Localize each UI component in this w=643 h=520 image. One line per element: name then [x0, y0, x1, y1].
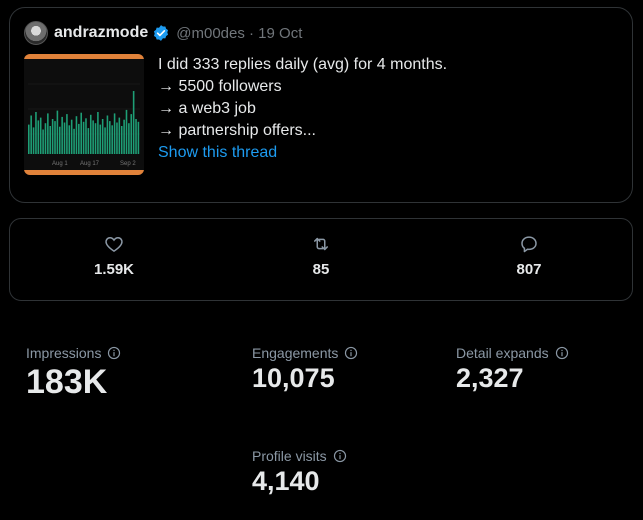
detail-expands-value: 2,327 — [456, 363, 524, 393]
thumbnail-bar — [128, 123, 130, 154]
detail-expands-label-row: Detail expands — [456, 345, 569, 361]
retweets-count: 85 — [312, 261, 330, 278]
thumbnail-top-bar — [24, 54, 144, 59]
tweet-text-line: → 5500 followers — [158, 78, 282, 95]
thumbnail-bar — [80, 112, 83, 154]
profile-visits-value: 4,140 — [252, 466, 320, 496]
thumbnail-bar — [51, 119, 54, 154]
engagements-label: Engagements — [252, 345, 339, 361]
tweet-text-line: → partnership offers... — [158, 122, 316, 139]
thumbnail-bar — [82, 121, 85, 154]
info-icon[interactable] — [344, 346, 358, 360]
engagements-metric: Engagements 10,075 — [252, 345, 358, 394]
likes-count: 1.59K — [93, 261, 135, 278]
info-icon[interactable] — [333, 449, 347, 463]
tweet-text-line: I did 333 replies daily (avg) for 4 mont… — [158, 56, 448, 73]
engagement-stats-card: 1.59K 85 807 — [9, 218, 633, 301]
likes-stat[interactable]: 1.59K — [69, 233, 159, 278]
thumbnail-bar — [130, 114, 133, 154]
engagements-label-row: Engagements — [252, 345, 358, 361]
thumbnail-bar — [94, 123, 97, 154]
thumbnail-bar — [85, 118, 87, 154]
thumbnail-bar — [111, 125, 113, 154]
thumbnail-bar — [30, 115, 32, 154]
thumbnail-x-label: Aug 17 — [80, 161, 100, 167]
heart-icon — [69, 233, 159, 255]
info-icon[interactable] — [555, 346, 569, 360]
thumbnail-chart: Aug 1 Aug 17 Sep 2 — [24, 54, 144, 175]
thumbnail-bar — [35, 112, 37, 154]
thumbnail-bar — [47, 113, 49, 154]
impressions-value: 183K — [26, 363, 108, 401]
thumbnail-bar — [97, 112, 99, 154]
thumbnail-x-label: Aug 1 — [52, 161, 68, 167]
verified-badge-icon — [152, 24, 170, 42]
thumbnail-bar — [70, 119, 73, 154]
detail-expands-metric: Detail expands 2,327 — [456, 345, 569, 394]
thumbnail-bar — [104, 127, 106, 154]
thumbnail-bar — [58, 126, 61, 154]
thumbnail-bar — [135, 119, 137, 154]
thumbnail-bar — [123, 119, 125, 154]
profile-visits-label-row: Profile visits — [252, 448, 347, 464]
impressions-metric: Impressions 183K — [26, 345, 121, 402]
thumbnail-bar — [113, 113, 116, 154]
thumbnail-bar — [28, 124, 30, 154]
tweet-header: andrazmode @m00des · 19 Oct — [24, 21, 302, 45]
retweets-stat[interactable]: 85 — [276, 233, 366, 278]
thumbnail-bar — [42, 129, 44, 154]
impressions-label-row: Impressions — [26, 345, 121, 361]
show-thread-link[interactable]: Show this thread — [158, 142, 447, 164]
reply-icon — [484, 233, 574, 255]
thumbnail-bar — [137, 121, 140, 154]
thumbnail-bar — [101, 119, 104, 154]
profile-visits-metric: Profile visits 4,140 — [252, 448, 347, 497]
thumbnail-bottom-bar — [24, 170, 144, 175]
thumbnail-x-label: Sep 2 — [120, 161, 136, 167]
tweet-text: I did 333 replies daily (avg) for 4 mont… — [158, 54, 447, 164]
thumbnail-bar — [132, 91, 135, 154]
thumbnail-bar — [37, 120, 40, 154]
retweet-icon — [276, 233, 366, 255]
thumbnail-bar — [109, 121, 111, 154]
thumbnail-bar — [61, 116, 63, 154]
thumbnail-bar — [78, 123, 80, 154]
thumbnail-bar — [92, 120, 94, 154]
tweet-image-thumbnail[interactable]: Aug 1 Aug 17 Sep 2 — [24, 54, 144, 175]
thumbnail-bar — [44, 123, 47, 154]
engagements-value: 10,075 — [252, 363, 335, 393]
replies-count: 807 — [516, 261, 542, 278]
profile-visits-label: Profile visits — [252, 448, 327, 464]
thumbnail-bar — [73, 128, 75, 154]
thumbnail-bar — [66, 114, 68, 154]
thumbnail-bar — [63, 122, 66, 154]
info-icon[interactable] — [107, 346, 121, 360]
thumbnail-bar — [87, 128, 90, 154]
thumbnail-bar — [49, 126, 52, 154]
tweet-text-line: → a web3 job — [158, 100, 256, 117]
thumbnail-bar — [39, 117, 42, 154]
tweet-card[interactable]: andrazmode @m00des · 19 Oct Aug 1 Aug 17… — [9, 7, 633, 203]
thumbnail-bar — [120, 126, 123, 154]
thumbnail-bar — [116, 122, 118, 154]
thumbnail-bar — [89, 114, 92, 154]
thumbnail-bar — [68, 125, 71, 154]
thumbnail-bar — [32, 127, 35, 154]
impressions-label: Impressions — [26, 345, 102, 361]
handle-and-date[interactable]: @m00des · 19 Oct — [176, 25, 302, 42]
detail-expands-label: Detail expands — [456, 345, 549, 361]
thumbnail-bar — [75, 116, 78, 154]
avatar[interactable] — [24, 21, 48, 45]
replies-stat[interactable]: 807 — [484, 233, 574, 278]
username[interactable]: andrazmode — [54, 24, 148, 42]
thumbnail-bar — [99, 124, 102, 154]
thumbnail-bar — [118, 117, 121, 154]
thumbnail-bar — [106, 115, 109, 154]
thumbnail-bar — [54, 121, 56, 154]
thumbnail-bar — [56, 110, 59, 154]
thumbnail-bar — [125, 109, 128, 154]
